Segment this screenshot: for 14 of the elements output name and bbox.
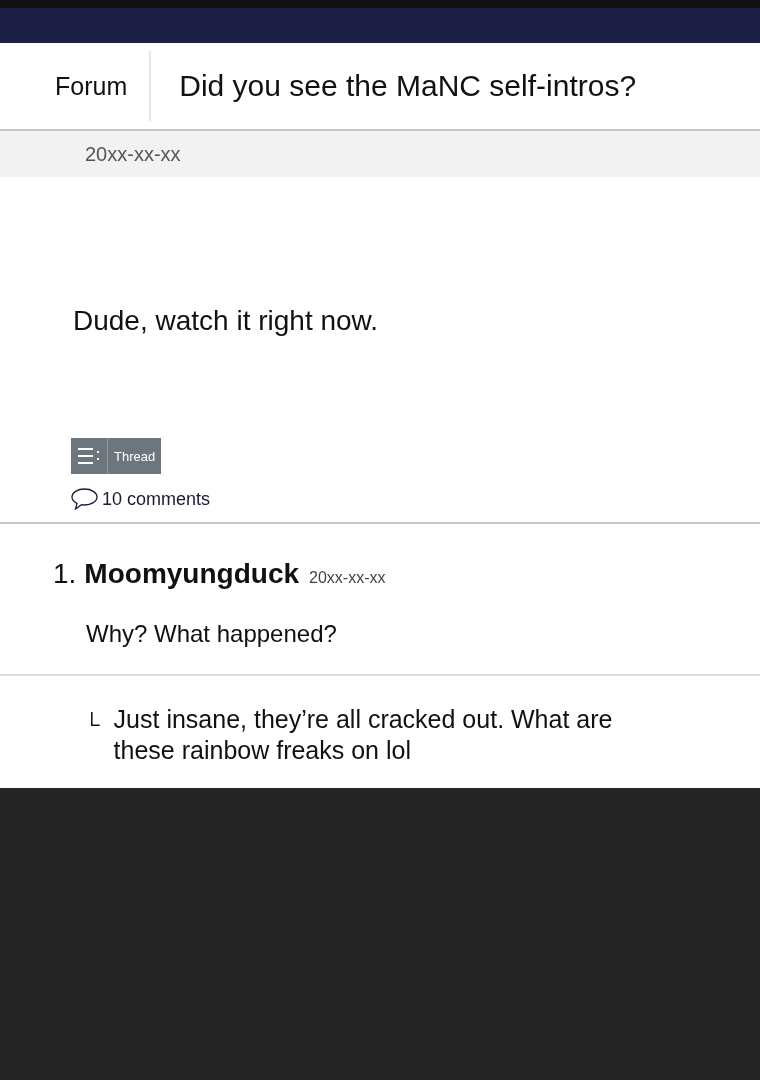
post-date: 20xx-xx-xx: [85, 142, 181, 166]
comment-date: 20xx-xx-xx: [309, 569, 386, 587]
comment-number: 1.: [53, 558, 77, 590]
comment-count[interactable]: 10 comments: [102, 488, 211, 510]
post-title: Did you see the MaNC self-intros?: [179, 69, 637, 103]
post-body: Dude, watch it right now.: [73, 305, 380, 337]
reply-marker: └: [84, 712, 100, 739]
comment-author: Moomyungduck: [84, 558, 300, 590]
forum-link[interactable]: Forum: [0, 51, 152, 121]
comment-text: Why? What happened?: [86, 620, 338, 648]
speech-bubble-icon: [71, 488, 98, 510]
list-icon: [78, 447, 100, 465]
thread-button[interactable]: Thread: [71, 438, 162, 474]
reply-text: Just insane, they’re all cracked out. What are these rainbow freaks on lol: [113, 704, 614, 766]
